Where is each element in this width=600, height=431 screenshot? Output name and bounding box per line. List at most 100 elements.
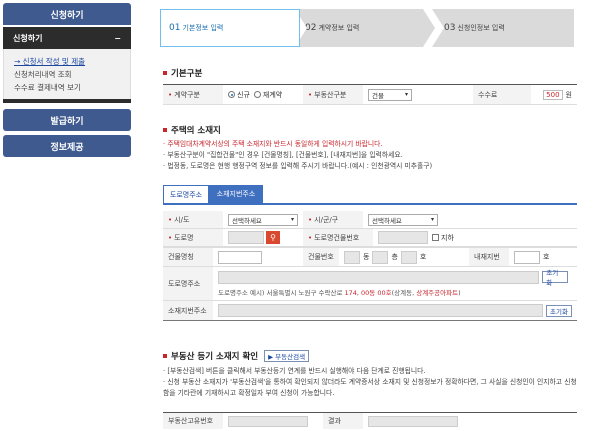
bldg-name-cell <box>213 248 303 266</box>
road-addr-example-suffix: ) <box>458 288 461 297</box>
bldg-dong-input[interactable] <box>344 250 360 264</box>
chevron-down-icon: ▾ <box>290 216 294 223</box>
radio-renew-label: 재계약 <box>262 90 283 99</box>
step-3: 03 신청인정보 입력 <box>432 9 574 47</box>
sidebar-issue-button[interactable]: 발급하기 <box>3 109 131 131</box>
bullet-icon <box>163 354 167 358</box>
collapse-icon[interactable]: − <box>114 34 121 43</box>
result-cell <box>363 413 577 429</box>
radio-new-label: 신규 <box>237 90 250 99</box>
road-cell: ⚲ <box>223 229 303 246</box>
road-input[interactable] <box>228 231 264 244</box>
dong-unit: 동 <box>363 253 370 261</box>
tab-road-address[interactable]: 도로명주소 <box>163 185 209 203</box>
uid-input[interactable] <box>228 415 308 427</box>
realty-type-select[interactable]: 건물 ▾ <box>368 88 412 101</box>
bldg-floor-input[interactable] <box>372 250 389 264</box>
radio-renew[interactable] <box>253 91 261 98</box>
realty-type-value: 건물 <box>372 91 384 100</box>
registry-note-2: · 신청 부동산 소재지가 '부동산검색'을 통하여 확인되지 않더라도 계약증… <box>163 378 577 386</box>
section-title-basic: 기본구분 <box>163 67 202 79</box>
address-note-1: · 주택임대차계약서상의 주택 소재지와 반드시 동일하게 입력하시기 바랍니다… <box>163 140 383 148</box>
address-note-3: · 법정동, 도로명은 현행 행정구역 정보를 입력해 주시기 바랍니다.(예시… <box>163 162 433 170</box>
step-2-number: 02 <box>305 23 317 33</box>
step-3-label: 신청인정보 입력 <box>457 24 505 32</box>
section-title-basic-text: 기본구분 <box>171 69 203 79</box>
fee-label-text: 수수료 <box>478 90 498 99</box>
required-mark: • <box>168 233 173 242</box>
lot-addr-reset-button[interactable]: 초기화 <box>546 304 572 317</box>
search-icon[interactable]: ⚲ <box>266 231 280 244</box>
inner-lot-cell: 호 <box>509 248 577 266</box>
sigungu-label: • 시/군/구 <box>303 211 363 228</box>
road-addr-reset-button[interactable]: 초기화 <box>542 269 568 287</box>
road-addr-label: 도로명주소 <box>163 267 213 300</box>
required-mark: • <box>308 233 313 242</box>
sidebar-item-fee-history[interactable]: 수수료 결제내역 보기 <box>14 81 120 94</box>
sidebar-header-apply[interactable]: 신청하기 <box>3 3 131 25</box>
sidebar-item-write-submit[interactable]: → 신청서 작성 및 제출 <box>14 55 120 68</box>
road-no-label: • 도로명건물번호 <box>303 229 373 246</box>
registry-table: 부동산고유번호 결과 <box>163 412 577 429</box>
sigungu-value: 선택하세요 <box>372 216 402 225</box>
inner-ho-unit: 호 <box>543 253 550 261</box>
section-title-registry-text: 부동산 등기 소재지 확인 <box>171 352 259 362</box>
result-label: 결과 <box>323 413 363 429</box>
inner-lot-input[interactable] <box>514 250 540 264</box>
road-no-input[interactable] <box>378 231 428 244</box>
tab-lot-address[interactable]: 소재지번주소 <box>209 185 263 203</box>
step-2-label: 계약정보 입력 <box>318 24 360 32</box>
step-1-number: 01 <box>169 23 181 33</box>
uid-cell <box>223 413 323 429</box>
sido-value: 선택하세요 <box>232 216 262 225</box>
registry-row: 부동산고유번호 결과 <box>163 413 577 429</box>
bldg-ho-input[interactable] <box>400 250 417 264</box>
sidebar-section-label: 신청하기 <box>13 33 43 43</box>
road-addr-example-highlight-1: 174, 00동 00호 <box>344 288 392 297</box>
address-tabs: 도로명주소 소재지번주소 <box>163 185 263 203</box>
address-row-building: 건물명칭 건물번호 동 층 호 내재지번 호 <box>163 247 577 267</box>
bldg-name-input[interactable] <box>218 250 262 264</box>
result-input[interactable] <box>368 415 458 427</box>
sigungu-cell: 선택하세요 ▾ <box>363 211 577 228</box>
fee-label: 수수료 <box>473 85 531 104</box>
required-mark: • <box>168 90 173 99</box>
lot-addr-input[interactable] <box>218 304 543 317</box>
sidebar-item-history[interactable]: 신청처리내역 조회 <box>14 68 120 81</box>
bullet-icon <box>163 128 167 132</box>
basement-checkbox[interactable] <box>432 234 439 241</box>
fee-cell: 500 원 <box>531 85 577 104</box>
realty-search-button[interactable]: ▶ 부동산검색 <box>264 350 310 362</box>
road-addr-input[interactable] <box>218 270 540 284</box>
road-addr-input-row: 초기화 <box>218 269 568 287</box>
registry-note-3: 함을 기타란에 기재하시고 확정일자 부여 신청이 가능합니다. <box>163 389 335 397</box>
step-1-label: 기본정보 입력 <box>182 24 224 32</box>
radio-new[interactable] <box>228 91 235 98</box>
sidebar-info-button[interactable]: 정보제공 <box>3 135 131 157</box>
registry-notes: · [부동산검색] 버튼을 클릭해서 부동산등기 연계를 반드시 실행해야 다음… <box>163 366 577 399</box>
step-1-active: 01 기본정보 입력 <box>160 9 300 47</box>
sidebar-menu: → 신청서 작성 및 제출 신청처리내역 조회 수수료 결제내역 보기 <box>3 49 131 99</box>
realty-type-label: • 부동산구분 <box>303 85 363 104</box>
fee-value: 500 <box>543 89 563 100</box>
section-title-address-text: 주택의 소재지 <box>171 126 221 136</box>
sido-label: • 시/도 <box>163 211 223 228</box>
road-label: • 도로명 <box>163 229 223 246</box>
sidebar: 신청하기 신청하기 − → 신청서 작성 및 제출 신청처리내역 조회 수수료 … <box>3 3 131 157</box>
contract-type-options: 신규 재계약 <box>223 85 303 104</box>
sido-select[interactable]: 선택하세요 ▾ <box>228 213 298 226</box>
section-title-address: 주택의 소재지 <box>163 124 221 136</box>
step-3-number: 03 <box>444 23 456 33</box>
sido-label-text: 시/도 <box>174 215 190 224</box>
address-notes: · 주택임대차계약서상의 주택 소재지와 반드시 동일하게 입력하시기 바랍니다… <box>163 139 432 172</box>
required-mark: • <box>168 215 173 224</box>
bldg-name-label: 건물명칭 <box>163 248 213 266</box>
address-note-2: · 부동산구분이 "집합건물"인 경우 [건물명칭], [건물번호], [내재지… <box>163 151 403 159</box>
registry-note-1: · [부동산검색] 버튼을 클릭해서 부동산등기 연계를 반드시 실행해야 다음… <box>163 367 426 375</box>
lot-addr-label: 소재지번주소 <box>163 301 213 320</box>
sidebar-section-apply[interactable]: 신청하기 − <box>3 27 131 49</box>
contract-type-label-text: 계약구분 <box>174 90 200 99</box>
basement-label: 지하 <box>441 233 454 242</box>
chevron-down-icon: ▾ <box>430 216 434 223</box>
sigungu-select[interactable]: 선택하세요 ▾ <box>368 213 438 226</box>
